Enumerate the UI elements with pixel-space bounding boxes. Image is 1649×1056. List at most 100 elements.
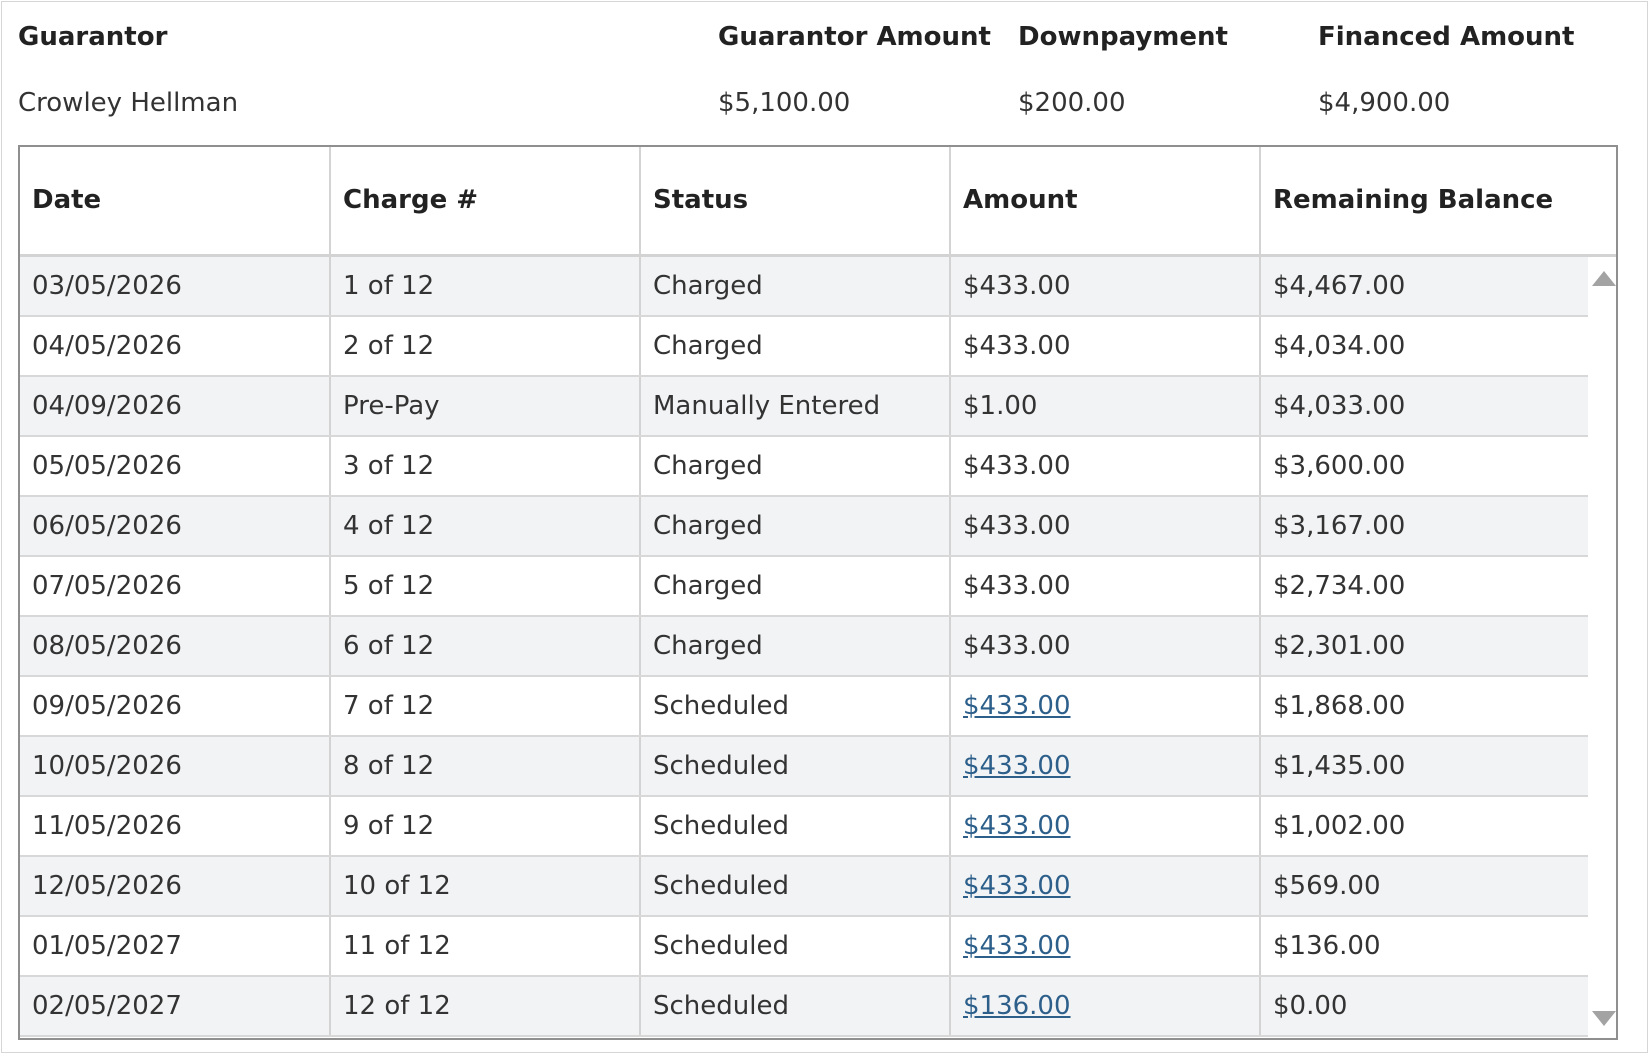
table-body: 03/05/2026 1 of 12 Charged $433.00 $4,467.00… [20,257,1588,1037]
cell-status: Charged [641,497,951,555]
vertical-scrollbar[interactable] [1588,257,1616,1038]
payment-plan-panel: Guarantor Guarantor Amount Downpayment F… [1,1,1648,1053]
cell-charge-number: 9 of 12 [331,797,641,855]
guarantor-amount-header: Guarantor Amount [718,22,991,52]
scroll-up-icon[interactable] [1592,271,1616,286]
cell-remaining-balance: $569.00 [1273,871,1381,901]
guarantor-header: Guarantor [18,22,168,52]
guarantor-name: Crowley Hellman [18,88,239,118]
cell-date: 06/05/2026 [20,497,331,555]
column-header-amount[interactable]: Amount [951,147,1261,254]
cell-date: 12/05/2026 [20,857,331,915]
cell-date: 09/05/2026 [20,677,331,735]
table-row: 04/05/2026 2 of 12 Charged $433.00 $4,034.00 [20,317,1588,377]
cell-charge-number: 6 of 12 [331,617,641,675]
cell-charge-number: 5 of 12 [331,557,641,615]
cell-date: 04/09/2026 [20,377,331,435]
scroll-down-icon[interactable] [1592,1011,1616,1026]
cell-charge-number: 12 of 12 [331,977,641,1035]
cell-remaining-balance: $3,600.00 [1273,451,1406,481]
cell-status: Charged [641,437,951,495]
cell-amount: $433.00 [951,677,1261,735]
cell-remaining-balance: $1,002.00 [1273,811,1406,841]
cell-date: 04/05/2026 [20,317,331,375]
table-row: 07/05/2026 5 of 12 Charged $433.00 $2,734.00 [20,557,1588,617]
table-row: 06/05/2026 4 of 12 Charged $433.00 $3,167.00 [20,497,1588,557]
downpayment-header: Downpayment [1018,22,1228,52]
cell-amount: $433.00 [951,917,1261,975]
financed-amount-header: Financed Amount [1318,22,1575,52]
cell-amount: $1.00 [951,377,1261,435]
column-header-status[interactable]: Status [641,147,951,254]
cell-amount: $433.00 [951,257,1261,315]
table-header-row: Date Charge # Status Amount Remaining Ba… [20,147,1616,257]
cell-charge-number: 2 of 12 [331,317,641,375]
cell-charge-number: 1 of 12 [331,257,641,315]
amount-link[interactable]: $433.00 [963,691,1071,721]
cell-status: Scheduled [641,797,951,855]
amount-link[interactable]: $433.00 [963,931,1071,961]
cell-status: Charged [641,617,951,675]
payment-schedule-table: Date Charge # Status Amount Remaining Ba… [18,145,1618,1040]
cell-charge-number: 3 of 12 [331,437,641,495]
cell-status: Scheduled [641,857,951,915]
cell-date: 08/05/2026 [20,617,331,675]
column-header-remaining-balance[interactable]: Remaining Balance [1261,147,1588,254]
table-row: 12/05/2026 10 of 12 Scheduled $433.00 $569.0… [20,857,1588,917]
amount-link[interactable]: $433.00 [963,871,1071,901]
cell-amount: $433.00 [951,857,1261,915]
cell-status: Scheduled [641,677,951,735]
summary-header-row: Guarantor Guarantor Amount Downpayment F… [18,22,1647,62]
cell-charge-number: 7 of 12 [331,677,641,735]
table-row: 10/05/2026 8 of 12 Scheduled $433.00 $1,435.… [20,737,1588,797]
cell-amount: $433.00 [951,737,1261,795]
table-row: 04/09/2026 Pre-Pay Manually Entered $1.00 $4… [20,377,1588,437]
cell-status: Charged [641,557,951,615]
cell-remaining-balance: $136.00 [1273,931,1381,961]
cell-date: 11/05/2026 [20,797,331,855]
cell-amount: $433.00 [951,797,1261,855]
cell-date: 07/05/2026 [20,557,331,615]
table-row: 03/05/2026 1 of 12 Charged $433.00 $4,467.00 [20,257,1588,317]
cell-remaining-balance: $0.00 [1273,991,1348,1021]
cell-charge-number: Pre-Pay [331,377,641,435]
cell-date: 10/05/2026 [20,737,331,795]
cell-remaining-balance: $2,301.00 [1273,631,1406,661]
table-row: 08/05/2026 6 of 12 Charged $433.00 $2,301.00 [20,617,1588,677]
cell-amount: $433.00 [951,557,1261,615]
cell-remaining-balance: $1,868.00 [1273,691,1406,721]
cell-date: 02/05/2027 [20,977,331,1035]
amount-link[interactable]: $433.00 [963,751,1071,781]
cell-charge-number: 11 of 12 [331,917,641,975]
cell-status: Charged [641,317,951,375]
amount-link[interactable]: $136.00 [963,991,1071,1021]
downpayment-value: $200.00 [1018,88,1126,118]
cell-amount: $433.00 [951,437,1261,495]
cell-charge-number: 10 of 12 [331,857,641,915]
column-header-date[interactable]: Date [20,147,331,254]
cell-date: 01/05/2027 [20,917,331,975]
cell-date: 05/05/2026 [20,437,331,495]
table-row: 01/05/2027 11 of 12 Scheduled $433.00 $136.0… [20,917,1588,977]
financed-amount-value: $4,900.00 [1318,88,1451,118]
table-row: 09/05/2026 7 of 12 Scheduled $433.00 $1,868.… [20,677,1588,737]
guarantor-amount-value: $5,100.00 [718,88,851,118]
cell-remaining-balance: $4,033.00 [1273,391,1406,421]
cell-status: Charged [641,257,951,315]
cell-remaining-balance: $3,167.00 [1273,511,1406,541]
amount-link[interactable]: $433.00 [963,811,1071,841]
summary-values-row: Crowley Hellman $5,100.00 $200.00 $4,900… [18,88,1647,128]
cell-charge-number: 4 of 12 [331,497,641,555]
cell-status: Scheduled [641,977,951,1035]
cell-amount: $136.00 [951,977,1261,1035]
table-row: 11/05/2026 9 of 12 Scheduled $433.00 $1,002.… [20,797,1588,857]
cell-status: Scheduled [641,737,951,795]
cell-remaining-balance: $2,734.00 [1273,571,1406,601]
cell-amount: $433.00 [951,617,1261,675]
cell-status: Manually Entered [641,377,951,435]
cell-charge-number: 8 of 12 [331,737,641,795]
cell-remaining-balance: $4,467.00 [1273,271,1406,301]
column-header-charge-number[interactable]: Charge # [331,147,641,254]
cell-amount: $433.00 [951,497,1261,555]
table-row: 05/05/2026 3 of 12 Charged $433.00 $3,600.00 [20,437,1588,497]
